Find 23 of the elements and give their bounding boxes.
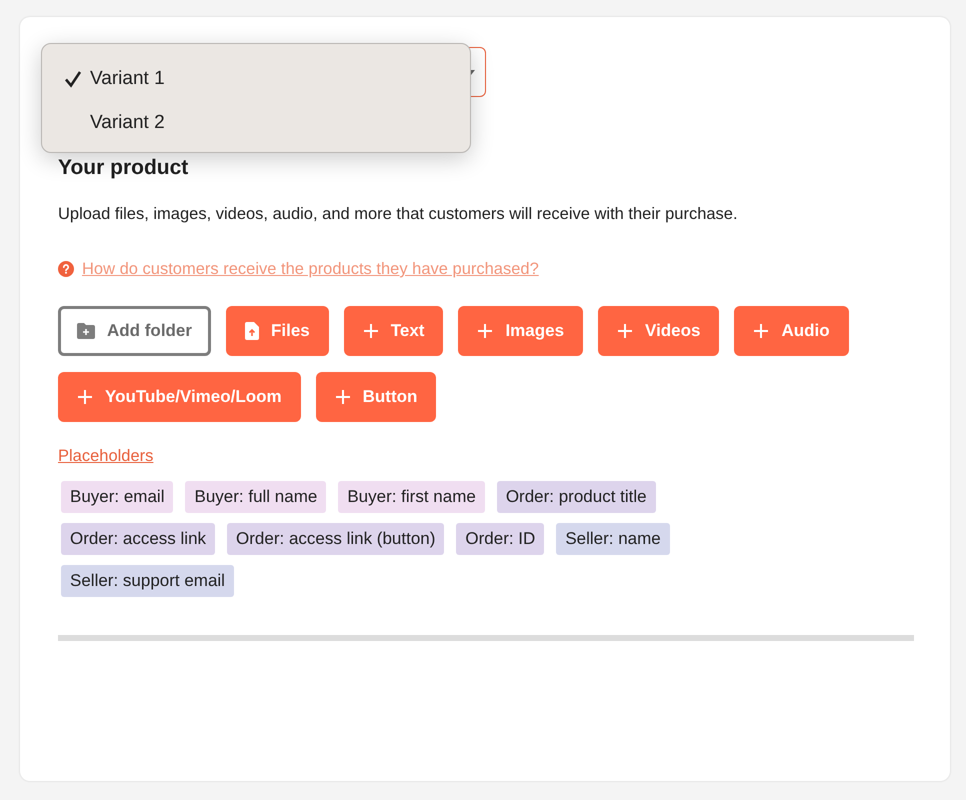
placeholder-tag[interactable]: Order: ID (456, 522, 544, 555)
plus-icon (617, 322, 634, 339)
folder-add-icon (77, 322, 95, 339)
section-heading: Your product (58, 155, 190, 180)
menu-option[interactable]: Variant 2 (42, 101, 470, 145)
plus-icon (334, 388, 351, 405)
add-folder-button[interactable]: Add folder (58, 306, 211, 356)
plus-icon (753, 322, 770, 339)
placeholder-tag[interactable]: Buyer: first name (338, 480, 485, 513)
plus-icon (362, 322, 379, 339)
plus-icon (77, 388, 93, 405)
description-text: Upload files, images, videos, audio, and more that customers will receive with their purchase. (58, 204, 739, 226)
placeholder-tag[interactable]: Seller: name (556, 522, 670, 555)
placeholder-tag[interactable]: Seller: support email (61, 564, 234, 597)
file-upload-icon (245, 322, 259, 340)
placeholder-tag[interactable]: Order: product title (496, 480, 656, 513)
plus-icon (477, 322, 494, 339)
placeholder-tag[interactable]: Order: access link (button) (227, 522, 444, 555)
help-icon (58, 261, 74, 278)
menu-option[interactable]: Variant 1 (42, 57, 470, 101)
placeholder-tag[interactable]: Buyer: email (61, 480, 174, 513)
placeholder-tag[interactable]: Buyer: full name (185, 480, 326, 513)
placeholder-tag[interactable]: Order: access link (61, 522, 216, 555)
